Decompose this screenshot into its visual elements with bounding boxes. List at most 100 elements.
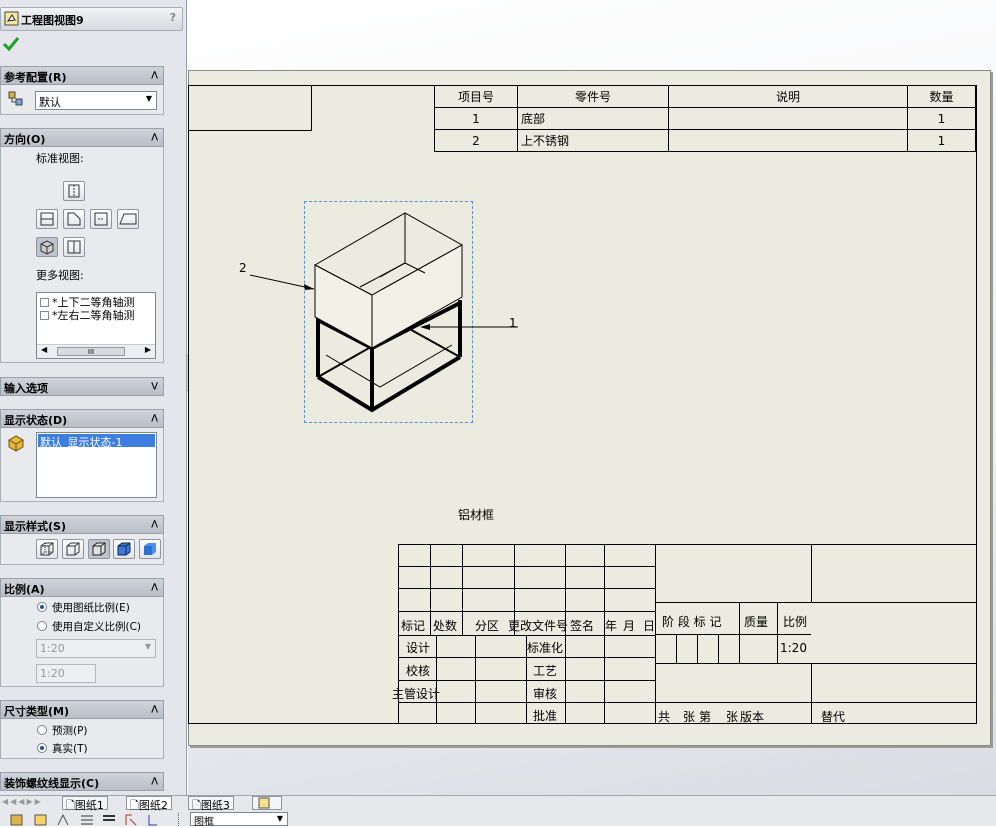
toolbar-icon[interactable] [10, 813, 24, 826]
hidden-visible-button[interactable] [62, 539, 84, 559]
collapse-icon[interactable]: ⋀ [151, 519, 158, 528]
sheet-nav-buttons[interactable]: ◀◀◀▶▶ [2, 797, 58, 810]
display-state-list[interactable]: 默认_显示状态-1 [36, 432, 157, 498]
collapse-icon[interactable]: ⋀ [151, 704, 158, 713]
view-bottom-button[interactable] [63, 237, 85, 257]
horizontal-scrollbar[interactable]: ◀ III ▶ [37, 344, 155, 358]
sheet-tab-3[interactable]: 🗋图纸3 [188, 796, 234, 812]
ref-config-panel: 默认 ▼ [0, 85, 164, 115]
section-display-state-label: 显示状态(D) [4, 414, 68, 427]
title-block[interactable]: 标记 处数 分区 更改文件号 签名 年 月 日 设计 校核 主管设计 标准化 工… [392, 544, 977, 724]
help-icon[interactable]: ? [170, 11, 176, 24]
shaded-edges-icon [117, 542, 131, 556]
ok-check-icon[interactable] [2, 36, 20, 52]
sheet-icon: 🗋 [66, 799, 75, 812]
sheet-icon: 🗋 [192, 799, 201, 812]
tb-label: 张 [683, 710, 696, 724]
tb-label: 标记 [401, 619, 426, 633]
display-state-icon [8, 435, 24, 452]
expand-icon[interactable]: ⋁ [151, 381, 158, 390]
list-item-selected[interactable]: 默认_显示状态-1 [38, 434, 155, 449]
isometric-view[interactable] [230, 205, 530, 420]
balloon-1[interactable]: 1 [509, 316, 517, 330]
tb-label: 主管设计 [392, 687, 441, 701]
tb-label: 更改文件号 [508, 619, 569, 633]
ref-config-select[interactable]: 默认 ▼ [35, 91, 157, 110]
tb-label: 处数 [433, 619, 458, 633]
section-import-options[interactable]: 输入选项 ⋁ [0, 377, 164, 396]
view-back-icon [94, 212, 108, 226]
true-radio[interactable] [37, 743, 47, 753]
use-sheet-scale-radio[interactable] [37, 602, 47, 612]
balloon-2[interactable]: 2 [239, 261, 247, 275]
tb-label: 工艺 [533, 664, 558, 678]
view-left-button[interactable] [117, 209, 139, 229]
section-orientation[interactable]: 方向(O) ⋀ [0, 128, 164, 147]
collapse-icon[interactable]: ⋀ [151, 776, 158, 785]
projected-radio[interactable] [37, 725, 47, 735]
bom-cell: 1 [434, 107, 518, 130]
collapse-icon[interactable]: ⋀ [151, 70, 158, 79]
view-left-icon [119, 213, 137, 225]
section-cosmetic-thread[interactable]: 装饰螺纹线显示(C) ⋀ [0, 772, 164, 791]
section-display-style[interactable]: 显示样式(S) ⋀ [0, 515, 164, 534]
list-item[interactable]: *左右二等角轴测 [40, 307, 135, 323]
scroll-thumb[interactable]: III [57, 347, 125, 356]
collapse-icon[interactable]: ⋀ [151, 413, 158, 422]
layer-select[interactable]: 图框 ▼ [190, 812, 288, 828]
hidden-removed-icon [92, 542, 106, 556]
section-scale-label: 比例(A) [4, 583, 45, 596]
bom-header-cell: 零件号 [517, 85, 669, 108]
table-row[interactable]: 1 底部 1 [434, 107, 976, 130]
toolbar-icon[interactable] [56, 813, 70, 826]
view-isometric-button[interactable] [36, 237, 58, 257]
view-front-button[interactable] [36, 209, 58, 229]
shaded-edges-button[interactable] [113, 539, 135, 559]
chevron-down-icon: ▼ [276, 814, 283, 823]
display-style-panel [0, 534, 164, 565]
bom-table[interactable]: 项目号 零件号 说明 数量 1 底部 1 2 上不锈钢 1 [434, 85, 976, 152]
wireframe-button[interactable] [36, 539, 58, 559]
tb-label: 分区 [475, 619, 500, 633]
custom-scale-select[interactable]: 1:20 ▼ [36, 639, 156, 658]
tb-label: 日 [643, 619, 656, 633]
collapse-icon[interactable]: ⋀ [151, 582, 158, 591]
tb-scale-label: 比例 [783, 615, 808, 629]
view-right-button[interactable] [63, 209, 85, 229]
view-front-icon [40, 212, 54, 226]
use-custom-scale-radio[interactable] [37, 621, 47, 631]
collapse-icon[interactable]: ⋀ [151, 132, 158, 141]
drawing-view-icon [4, 11, 19, 26]
bom-cell: 1 [907, 129, 976, 152]
section-scale[interactable]: 比例(A) ⋀ [0, 578, 164, 597]
bom-cell [668, 129, 908, 152]
toolbar-icon[interactable] [34, 813, 48, 826]
sheet-tab-2[interactable]: 🗋图纸2 [126, 796, 172, 812]
toolbar-icon[interactable] [146, 813, 160, 826]
section-import-options-label: 输入选项 [4, 382, 48, 395]
tb-label: 替代 [821, 710, 846, 724]
add-sheet-button[interactable] [252, 796, 282, 810]
line-thickness-icon[interactable] [102, 813, 116, 826]
table-row[interactable]: 2 上不锈钢 1 [434, 129, 976, 152]
more-views-list[interactable]: *上下二等角轴测 *左右二等角轴测 ◀ III ▶ [36, 292, 156, 359]
section-dimension-type[interactable]: 尺寸类型(M) ⋀ [0, 700, 164, 719]
hidden-removed-button[interactable] [88, 539, 110, 559]
view-top-button[interactable] [63, 181, 85, 201]
toolbar-icon[interactable] [124, 813, 138, 826]
scroll-left-icon[interactable]: ◀ [41, 345, 47, 354]
checkbox[interactable] [40, 311, 49, 320]
sheet-tab-1[interactable]: 🗋图纸1 [62, 796, 108, 812]
sheet-tab-label: 图纸1 [74, 799, 104, 812]
view-caption[interactable]: 铝材框 [458, 506, 494, 523]
view-back-button[interactable] [90, 209, 112, 229]
leader-2 [249, 274, 315, 290]
scroll-right-icon[interactable]: ▶ [145, 345, 151, 354]
checkbox[interactable] [40, 298, 49, 307]
section-ref-config[interactable]: 参考配置(R) ⋀ [0, 66, 164, 85]
custom-scale-field[interactable]: 1:20 [36, 664, 96, 683]
line-style-icon[interactable] [80, 813, 94, 826]
section-display-state[interactable]: 显示状态(D) ⋀ [0, 409, 164, 428]
wireframe-icon [40, 542, 54, 556]
shaded-button[interactable] [139, 539, 161, 559]
